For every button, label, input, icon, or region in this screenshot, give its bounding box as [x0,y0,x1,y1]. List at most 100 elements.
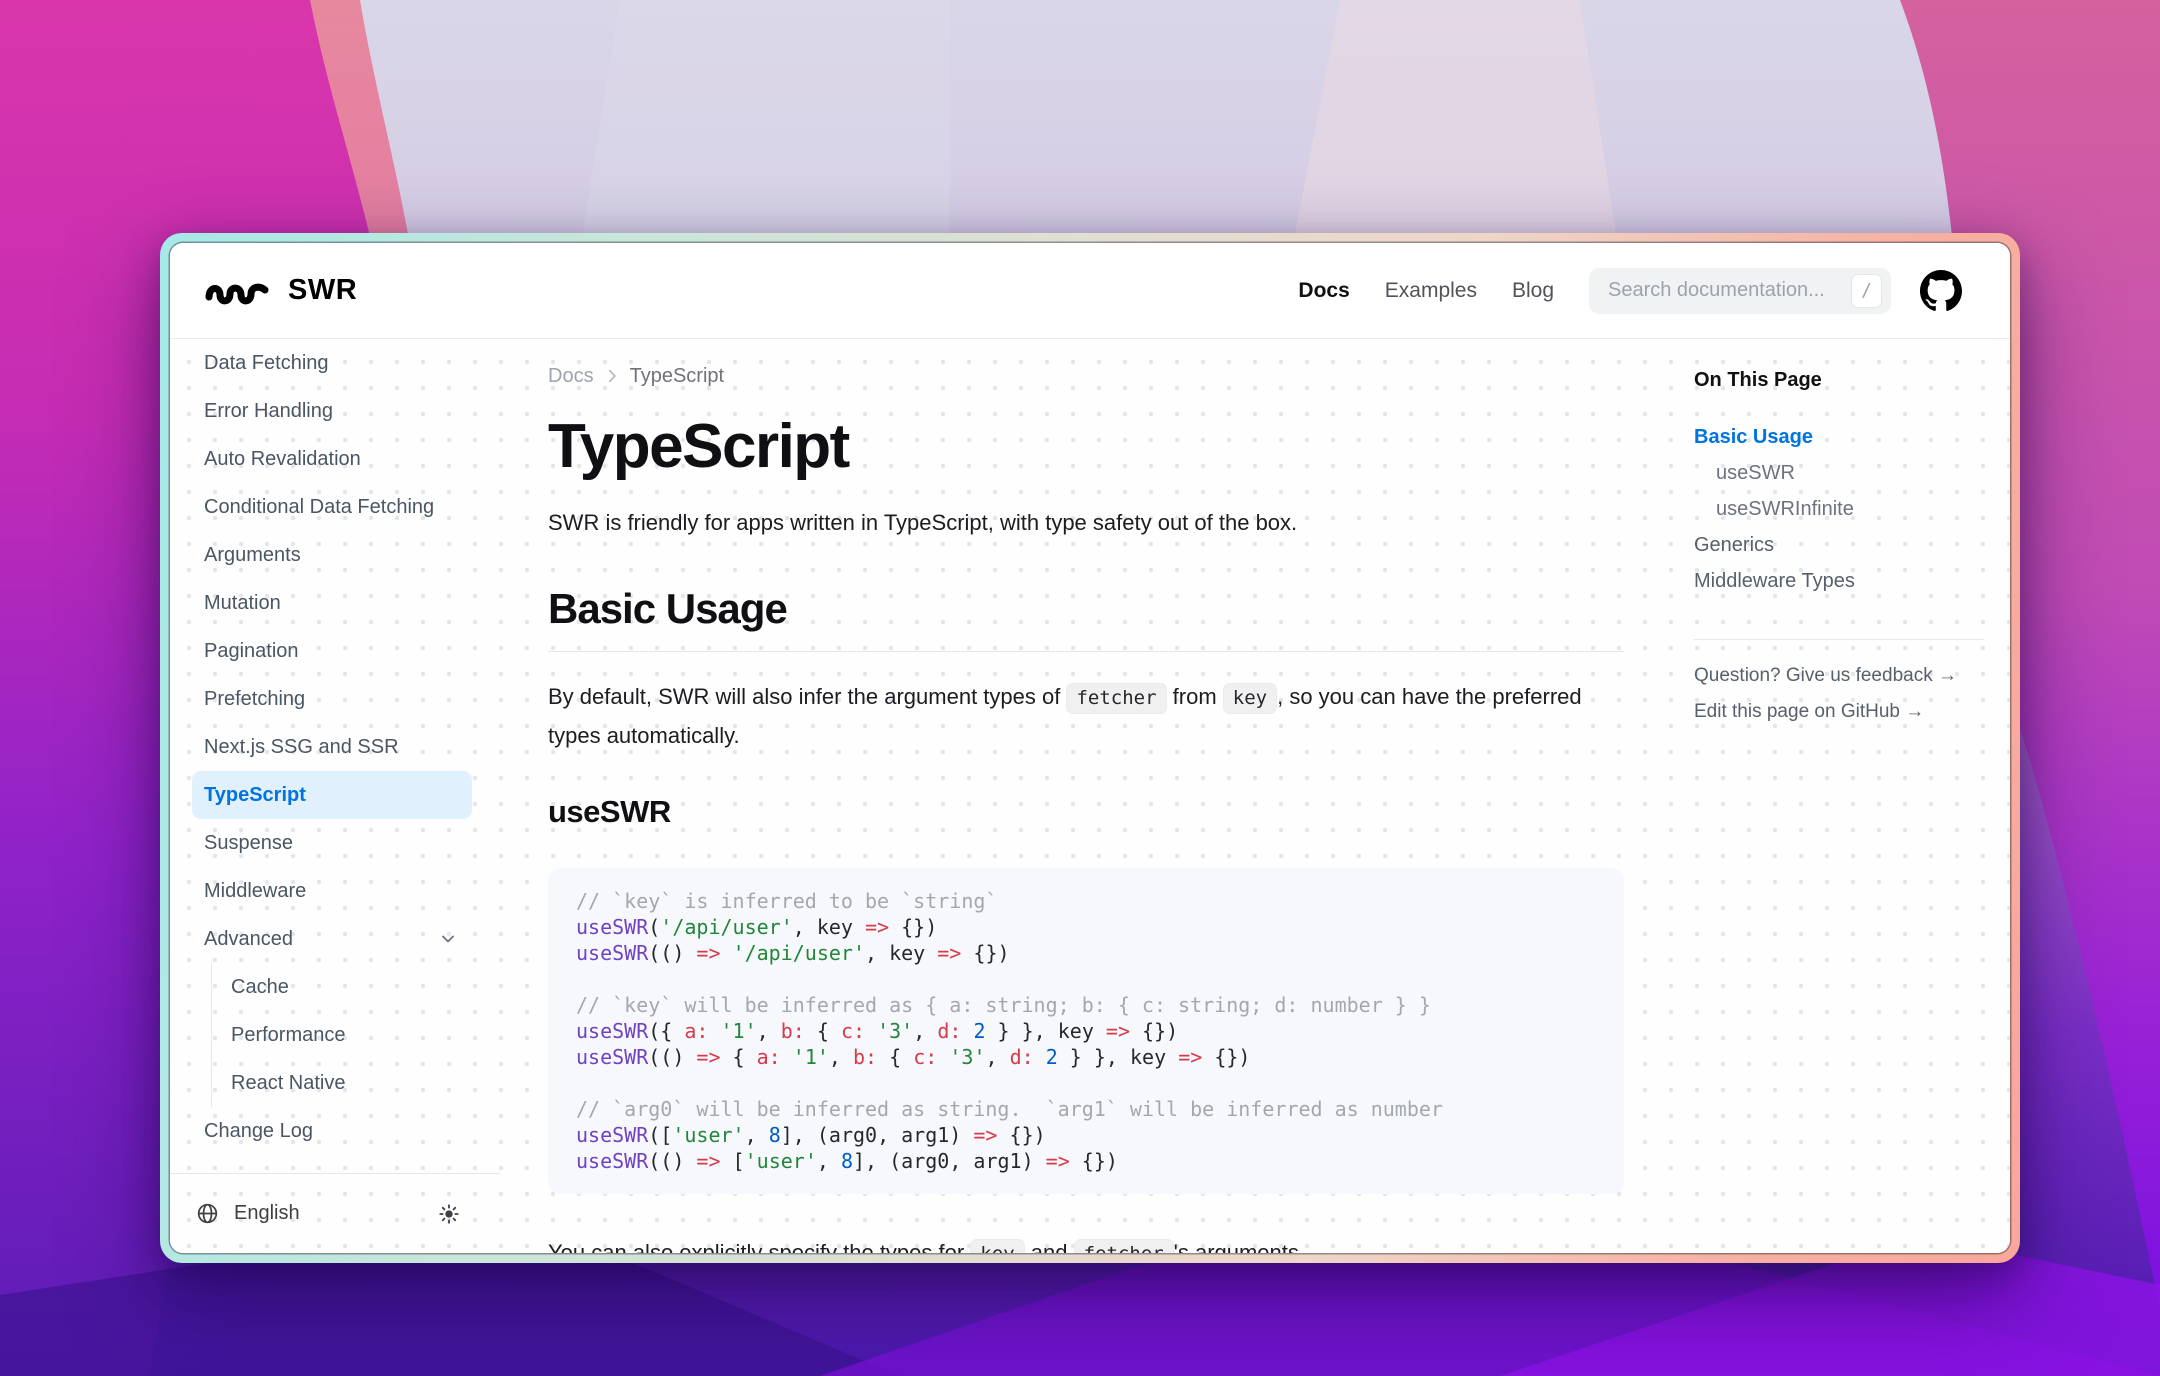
toc-panel: On This Page Basic UsageuseSWRuseSWRInfi… [1694,339,2010,1253]
inline-code: fetcher [1074,1239,1174,1253]
github-link[interactable] [1920,270,1962,312]
sidebar-item-change-log[interactable]: Change Log [192,1107,472,1155]
header-nav: Docs Examples Blog [1298,279,1554,303]
sidebar-item-label: Auto Revalidation [204,448,361,471]
code-line: useSWR(() => { a: '1', b: { c: '3', d: 2… [576,1044,1596,1070]
sidebar: Data Fetching Error Handling Auto Revalida… [170,339,500,1253]
toc-title: On This Page [1694,369,1984,397]
sidebar-item-error-handling[interactable]: Error Handling [192,387,472,435]
chevron-right-icon [603,367,621,385]
search-shortcut-key: / [1851,274,1882,308]
sidebar-item-advanced[interactable]: Advanced [192,915,472,963]
infer-text: from [1167,684,1223,709]
explicit-text: You can also explicitly specify the type… [548,1240,970,1253]
sidebar-item-arguments[interactable]: Arguments [192,531,472,579]
explicit-types-paragraph: You can also explicitly specify the type… [548,1234,1624,1253]
sidebar-item-label: Change Log [204,1120,313,1143]
code-line: useSWR({ a: '1', b: { c: '3', d: 2 } }, … [576,1018,1596,1044]
breadcrumb-current: TypeScript [630,365,724,388]
inline-code: key [970,1239,1024,1253]
chevron-down-icon [438,929,458,949]
sidebar-item-label: TypeScript [204,784,306,807]
sidebar-nav-list: Data Fetching Error Handling Auto Revalida… [170,339,500,1173]
code-line: // `arg0` will be inferred as string. `a… [576,1096,1596,1122]
breadcrumb-docs[interactable]: Docs [548,365,594,388]
sidebar-item-label: Data Fetching [204,352,329,375]
swr-home-link[interactable]: SWR [205,274,357,308]
page-title: TypeScript [548,411,1624,482]
sidebar-item-label: Suspense [204,832,293,855]
theme-toggle-button[interactable] [438,1203,460,1225]
toc-links: Question? Give us feedback →Edit this pa… [1694,658,1984,730]
inline-code: fetcher [1066,683,1166,714]
docs-page: SWR Docs Examples Blog Search documentatio… [170,243,2010,1253]
sidebar-item-label: Prefetching [204,688,305,711]
toc-link-edit-this-page-on-github-[interactable]: Edit this page on GitHub → [1694,694,1984,730]
brand-name: SWR [288,274,357,307]
code-line: // `key` is inferred to be `string` [576,888,1596,914]
content-region: Data Fetching Error Handling Auto Revalida… [170,339,2010,1253]
nav-link-blog[interactable]: Blog [1512,279,1554,303]
code-block: // `key` is inferred to be `string`useSW… [548,868,1624,1194]
sidebar-item-label: Next.js SSG and SSR [204,736,399,759]
sidebar-item-label: Advanced [204,928,293,951]
toc-item-generics[interactable]: Generics [1694,527,1984,563]
sidebar-item-data-fetching[interactable]: Data Fetching [192,339,472,387]
sidebar-item-performance[interactable]: Performance [212,1011,471,1059]
search-placeholder: Search documentation... [1608,279,1851,302]
code-line: // `key` will be inferred as { a: string… [576,992,1596,1018]
heading-basic-usage: Basic Usage [548,585,1624,652]
globe-icon [196,1202,219,1225]
sidebar-item-label: Error Handling [204,400,333,423]
sidebar-item-cache[interactable]: Cache [212,963,471,1011]
code-line: useSWR(() => ['user', 8], (arg0, arg1) =… [576,1148,1596,1174]
explicit-text: and [1025,1240,1074,1253]
code-line: useSWR(['user', 8], (arg0, arg1) => {}) [576,1122,1596,1148]
sidebar-item-suspense[interactable]: Suspense [192,819,472,867]
sidebar-item-prefetching[interactable]: Prefetching [192,675,472,723]
sidebar-item-label: Conditional Data Fetching [204,496,434,519]
nav-link-docs[interactable]: Docs [1298,279,1349,303]
sun-icon [438,1203,460,1225]
sidebar-item-typescript[interactable]: TypeScript [192,771,472,819]
toc-link-question-give-us-feedback-[interactable]: Question? Give us feedback → [1694,658,1984,694]
main-content: Docs TypeScript TypeScript SWR is friend… [500,339,1624,1253]
browser-window: SWR Docs Examples Blog Search documentatio… [160,233,2020,1263]
toc-item-useswrinfinite[interactable]: useSWRInfinite [1694,491,1984,527]
sidebar-item-auto-revalidation[interactable]: Auto Revalidation [192,435,472,483]
toc-item-basic-usage[interactable]: Basic Usage [1694,419,1984,455]
sidebar-item-middleware[interactable]: Middleware [192,867,472,915]
infer-paragraph: By default, SWR will also infer the argu… [548,678,1624,754]
sidebar-sublist: CachePerformanceReact Native [211,963,500,1107]
heading-useswr: useSWR [548,794,1624,830]
code-line [576,966,1596,992]
nav-link-examples[interactable]: Examples [1385,279,1477,303]
sidebar-item-label: Middleware [204,880,306,903]
sidebar-item-conditional-data-fetching[interactable]: Conditional Data Fetching [192,483,472,531]
sidebar-footer: English [170,1174,500,1253]
toc-list: Basic UsageuseSWRuseSWRInfiniteGenericsM… [1694,419,1984,599]
language-selector[interactable]: English [234,1202,300,1225]
search-input[interactable]: Search documentation... / [1589,268,1891,314]
code-line [576,1070,1596,1096]
code-line: useSWR('/api/user', key => {}) [576,914,1596,940]
explicit-text: 's arguments. [1174,1240,1305,1253]
infer-text: By default, SWR will also infer the argu… [548,684,1066,709]
toc-item-middleware-types[interactable]: Middleware Types [1694,563,1984,599]
site-header: SWR Docs Examples Blog Search documentatio… [170,243,2010,339]
toc-divider [1694,639,1984,640]
code-line: useSWR(() => '/api/user', key => {}) [576,940,1596,966]
sidebar-item-react-native[interactable]: React Native [212,1059,471,1107]
sidebar-item-mutation[interactable]: Mutation [192,579,472,627]
intro-paragraph: SWR is friendly for apps written in Type… [548,504,1624,541]
github-icon [1920,270,1962,312]
sidebar-item-label: Arguments [204,544,301,567]
toc-item-useswr[interactable]: useSWR [1694,455,1984,491]
swr-logo-icon [205,274,271,308]
sidebar-item-pagination[interactable]: Pagination [192,627,472,675]
sidebar-item-label: Pagination [204,640,299,663]
breadcrumb: Docs TypeScript [548,363,1624,389]
sidebar-item-label: Mutation [204,592,281,615]
inline-code: key [1223,683,1277,714]
sidebar-item-next-js-ssg-and-ssr[interactable]: Next.js SSG and SSR [192,723,472,771]
